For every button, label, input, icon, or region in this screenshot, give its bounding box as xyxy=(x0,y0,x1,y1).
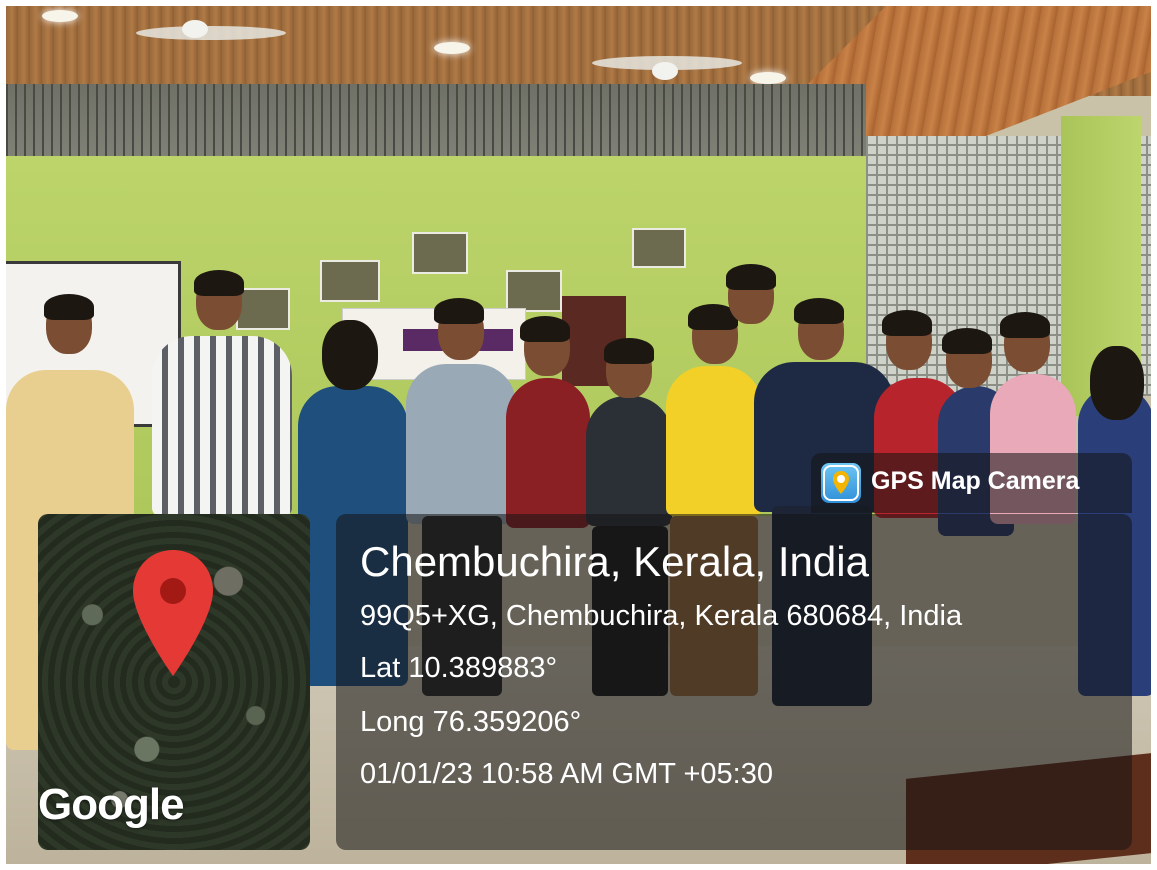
ceiling-light xyxy=(434,42,470,54)
person-hair xyxy=(726,264,776,290)
ceiling-light xyxy=(750,72,786,84)
person-hair xyxy=(194,270,244,296)
wall-photo xyxy=(506,270,562,312)
person-striped-shirt xyxy=(152,336,292,516)
person-grey-tshirt xyxy=(406,364,516,524)
latitude-line: Lat 10.389883° xyxy=(360,652,558,684)
gps-map-camera-badge: GPS Map Camera xyxy=(811,453,1132,513)
person-yellow-jersey xyxy=(666,366,762,516)
person-maroon-top xyxy=(506,378,590,528)
address-line: 99Q5+XG, Chembuchira, Kerala 680684, Ind… xyxy=(360,600,963,632)
ceiling-fan-hub xyxy=(182,20,208,38)
ceiling-fan xyxy=(136,26,286,40)
person-hair xyxy=(434,298,484,324)
person-hijab xyxy=(1090,346,1144,420)
person-hair xyxy=(1000,312,1050,338)
gps-map-camera-app-icon xyxy=(821,463,861,503)
wall-photo xyxy=(236,288,290,330)
person-hair xyxy=(44,294,94,320)
wall-photo xyxy=(632,228,686,268)
person-hair xyxy=(882,310,932,336)
map-thumbnail: Google xyxy=(38,514,310,850)
longitude-line: Long 76.359206° xyxy=(360,706,582,738)
person-hair xyxy=(794,298,844,324)
person-hair xyxy=(520,316,570,342)
location-pin-icon xyxy=(133,550,213,676)
google-logo: Google xyxy=(38,780,185,829)
datetime-line: 01/01/23 10:58 AM GMT +05:30 xyxy=(360,758,773,790)
wall-photo xyxy=(412,232,468,274)
ceiling-fan-hub xyxy=(652,62,678,80)
person-hair xyxy=(322,320,378,390)
gps-badge-label: GPS Map Camera xyxy=(871,467,1080,495)
location-info-panel: Chembuchira, Kerala, India 99Q5+XG, Chem… xyxy=(336,514,1132,850)
person-black-tshirt xyxy=(586,396,672,526)
photo-frame: Google GPS Map Camera Chembuchira, Keral… xyxy=(6,6,1151,864)
location-title: Chembuchira, Kerala, India xyxy=(360,538,869,585)
wall-photo xyxy=(320,260,380,302)
person-hair xyxy=(942,328,992,354)
person-hair xyxy=(604,338,654,364)
ceiling-light xyxy=(42,10,78,22)
